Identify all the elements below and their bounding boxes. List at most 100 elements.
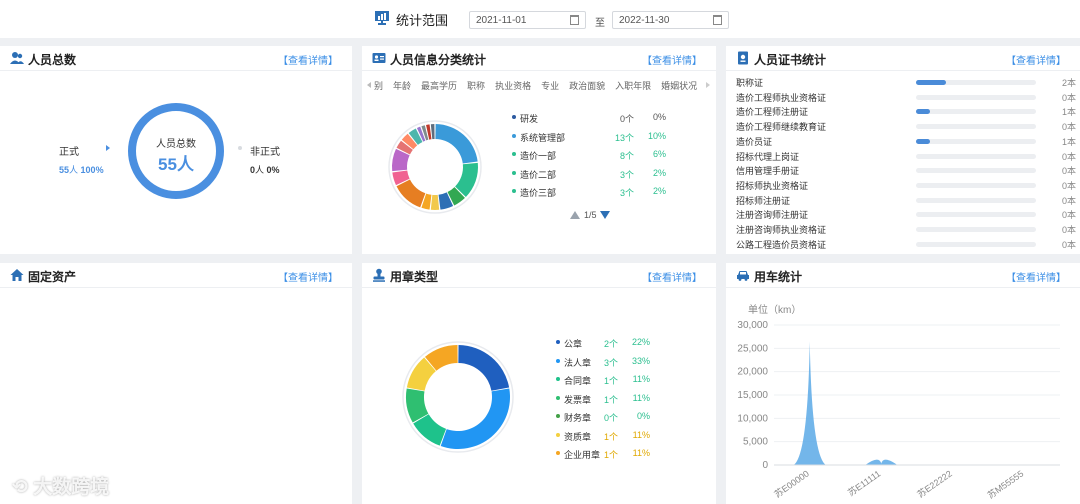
- view-details-link[interactable]: 【查看详情】: [278, 52, 338, 67]
- informal-pct: 0%: [266, 165, 280, 175]
- certificate-bar-track: [916, 241, 1036, 247]
- category-tab[interactable]: 政治面貌: [569, 81, 605, 91]
- legend-name: 资质章: [564, 431, 592, 442]
- category-tab[interactable]: 最高学历: [421, 81, 457, 91]
- page-down-icon[interactable]: [600, 211, 610, 219]
- car-icon: [737, 271, 749, 281]
- panel-header: 人员总数 【查看详情】: [0, 46, 352, 71]
- tabs-next-icon[interactable]: [706, 82, 710, 88]
- view-details-link[interactable]: 【查看详情】: [278, 269, 338, 284]
- legend-percent: 2%: [652, 167, 666, 178]
- legend-dot-icon: [512, 115, 516, 119]
- view-details-link[interactable]: 【查看详情】: [1006, 52, 1066, 67]
- legend-count: 13个: [614, 132, 634, 143]
- category-tab[interactable]: 专业: [541, 81, 559, 91]
- certificate-count: 0本: [1061, 151, 1076, 162]
- certificate-name: 招标师执业资格证: [736, 180, 809, 191]
- certificate-name: 造价工程师继续教育证: [736, 122, 827, 133]
- legend-dot-icon: [556, 395, 560, 400]
- certificate-row: 造价工程师继续教育证 0本: [736, 120, 1076, 134]
- legend-count: 0个: [619, 114, 634, 124]
- legend-dot-icon: [556, 414, 560, 418]
- legend-percent: 0%: [652, 112, 666, 122]
- certificate-row: 造价工程师执业资格证 0本: [736, 91, 1076, 105]
- certificate-count: 0本: [1061, 92, 1076, 103]
- legend-percent: 2%: [652, 186, 666, 196]
- category-tabs: 别年龄 最高学历 职称 执业资格 专业 政治面貌 入职年限 婚姻状况: [374, 79, 704, 93]
- y-tick-label: 5,000: [743, 437, 768, 448]
- legend-count: 3个: [603, 357, 618, 368]
- legend-count: 3个: [619, 188, 634, 198]
- certificate-bar-track: [916, 182, 1036, 188]
- donut-slice[interactable]: [430, 194, 440, 210]
- y-tick-label: 25,000: [737, 343, 768, 354]
- page-title: 统计范围: [396, 13, 449, 28]
- staff-info-panel: 人员信息分类统计 【查看详情】 别年龄 最高学历 职称 执业资格 专业 政治面貌 入职年限婚…: [362, 46, 716, 254]
- legend-percent: 33%: [631, 355, 650, 366]
- top-bar: 统计范围 2021-11-01 至 2022-11-30: [0, 0, 1080, 38]
- certificate-name: 招标代理上岗证: [736, 151, 800, 162]
- view-details-link[interactable]: 【查看详情】: [642, 269, 702, 284]
- legend-percent: 22%: [631, 337, 650, 347]
- seal-types-donut: [402, 341, 514, 453]
- legend-percent: 11%: [632, 392, 650, 403]
- donut-slice[interactable]: [440, 388, 510, 449]
- donut-slice[interactable]: [458, 345, 510, 391]
- formal-unit: 人: [69, 165, 79, 175]
- y-tick-label: 20,000: [737, 367, 768, 378]
- category-tab[interactable]: 执业资格: [495, 81, 531, 91]
- legend-name: 财务章: [564, 413, 592, 423]
- legend-count: 1个: [603, 394, 618, 405]
- certificate-name: 注册咨询师执业资格证: [736, 225, 827, 235]
- area-peak[interactable]: [793, 341, 826, 465]
- date-separator: 至: [595, 18, 605, 29]
- start-date-picker[interactable]: 2021-11-01: [469, 11, 586, 29]
- certificate-count: 0本: [1061, 195, 1076, 206]
- watermark-text: 大数跨境: [33, 477, 110, 498]
- category-tab[interactable]: 婚姻状况: [661, 81, 697, 91]
- category-tab[interactable]: 别: [374, 81, 383, 91]
- legend-dot-icon: [512, 170, 516, 175]
- donut-slice[interactable]: [396, 179, 426, 208]
- certificate-bar-track: [916, 227, 1036, 232]
- legend-count: 1个: [603, 450, 618, 460]
- certificate-icon: [738, 51, 748, 65]
- formal-count: 55: [59, 165, 70, 175]
- category-tab[interactable]: 职称: [467, 81, 485, 91]
- tabs-prev-icon[interactable]: [367, 82, 371, 88]
- view-details-link[interactable]: 【查看详情】: [642, 52, 702, 67]
- x-tick-label: 苏E11111: [845, 468, 882, 498]
- area-peak[interactable]: [865, 459, 898, 465]
- legend-count: 2个: [603, 339, 618, 349]
- certificate-bar-track: [916, 124, 1036, 130]
- certificate-bar-track: [916, 94, 1036, 100]
- seal-types-legend: 公章 2个 22% 法人章 3个 33% 合同章 1个 11% 发票章 1个 11% 财务章 0个 0% 资质…: [556, 337, 650, 467]
- panel-header: 人员证书统计 【查看详情】: [726, 46, 1080, 71]
- view-details-link[interactable]: 【查看详情】: [1006, 269, 1066, 284]
- legend-dot-icon: [556, 432, 560, 437]
- panel-title: 固定资产: [28, 270, 77, 284]
- end-date-value: 2022-11-30: [619, 15, 670, 26]
- legend-count: 1个: [603, 376, 618, 386]
- x-tick-label: 苏E00000: [772, 468, 811, 500]
- legend-dot-icon: [556, 451, 560, 455]
- vehicle-mileage-chart: 30,000 25,000 20,000 15,000 10,000 5,000 0 苏E00…: [737, 320, 1060, 500]
- donut-slice[interactable]: [430, 124, 435, 140]
- staff-info-donut: [388, 120, 482, 214]
- donut-slice[interactable]: [435, 124, 478, 164]
- certificate-count: 1本: [1061, 136, 1076, 147]
- page-up-icon[interactable]: [570, 211, 580, 219]
- formal-pct: 100%: [80, 165, 104, 175]
- legend-name: 公章: [564, 339, 583, 349]
- category-tab[interactable]: 入职年限: [615, 81, 651, 91]
- panel-title: 人员信息分类统计: [390, 53, 487, 67]
- legend-percent: 10%: [647, 130, 666, 141]
- panel-title: 用车统计: [754, 270, 803, 284]
- certificate-row: 招标师执业资格证 0本: [736, 179, 1076, 193]
- category-tab[interactable]: 年龄: [393, 81, 411, 91]
- certificate-bar-track: [916, 80, 1036, 85]
- stamp-icon: [373, 268, 385, 282]
- y-tick-label: 30,000: [737, 320, 768, 331]
- formal-marker-icon: [106, 145, 110, 151]
- end-date-picker[interactable]: 2022-11-30: [612, 11, 729, 29]
